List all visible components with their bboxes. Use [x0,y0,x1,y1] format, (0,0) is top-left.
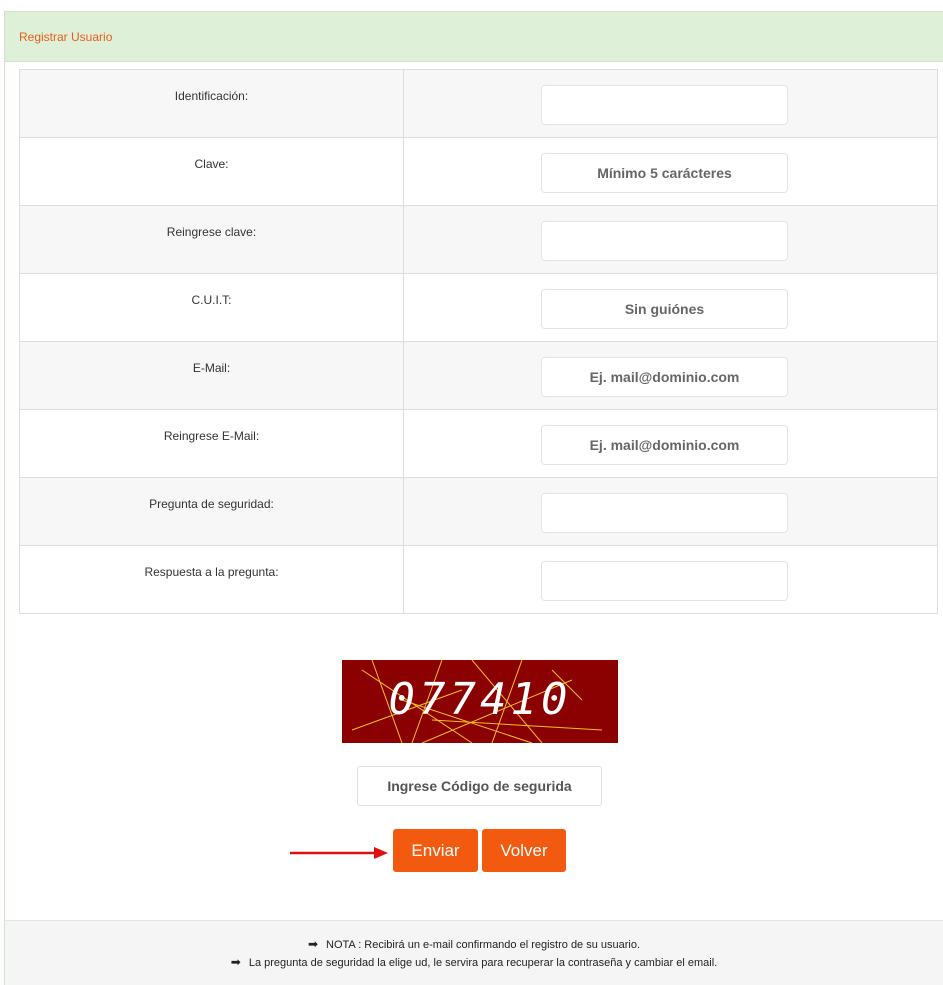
identificacion-input[interactable] [541,85,788,125]
red-arrow-icon [290,847,388,859]
note-line-2: ➡ La pregunta de seguridad la elige ud, l… [5,954,943,972]
form-row-pregunta: Pregunta de seguridad: [19,477,938,546]
note-2-text: La pregunta de seguridad la elige ud, le… [248,957,718,969]
note-1-text: NOTA : Recibirá un e-mail confirmando el… [326,939,641,951]
form-row-cuit: C.U.I.T: [19,273,938,342]
right-arrow-icon: ➡ [307,937,318,951]
form-row-identificacion: Identificación: [19,69,938,138]
reingrese-email-input[interactable] [541,425,788,465]
reingrese-clave-label: Reingrese clave: [19,205,404,274]
note-line-1: ➡ NOTA : Recibirá un e-mail confirmando e… [5,936,943,954]
email-label: E-Mail: [19,341,404,410]
reingrese-clave-input[interactable] [541,221,788,261]
respuesta-input[interactable] [541,561,788,601]
captcha-image: 077410 [342,660,618,743]
form-row-clave: Clave: [19,137,938,206]
form-row-email: E-Mail: [19,341,938,410]
identificacion-label: Identificación: [19,69,404,138]
pregunta-input[interactable] [541,493,788,533]
clave-label: Clave: [19,137,404,206]
form-row-reingrese-clave: Reingrese clave: [19,205,938,274]
security-code-input[interactable] [357,766,602,806]
captcha-code: 077410 [388,674,572,725]
enviar-button[interactable]: Enviar [393,829,478,872]
reingrese-email-label: Reingrese E-Mail: [19,409,404,478]
right-arrow-icon: ➡ [230,955,241,969]
register-form-table: Identificación: Clave: Reingrese clave: … [19,69,938,614]
panel-header: Registrar Usuario [5,12,943,62]
notes-footer: ➡ NOTA : Recibirá un e-mail confirmando e… [5,920,943,985]
cuit-input[interactable] [541,289,788,329]
form-row-respuesta: Respuesta a la pregunta: [19,545,938,614]
email-input[interactable] [541,357,788,397]
volver-button[interactable]: Volver [482,829,566,872]
cuit-label: C.U.I.T: [19,273,404,342]
panel-title: Registrar Usuario [19,29,113,44]
pregunta-label: Pregunta de seguridad: [19,477,404,546]
respuesta-label: Respuesta a la pregunta: [19,545,404,614]
form-row-reingrese-email: Reingrese E-Mail: [19,409,938,478]
clave-input[interactable] [541,153,788,193]
